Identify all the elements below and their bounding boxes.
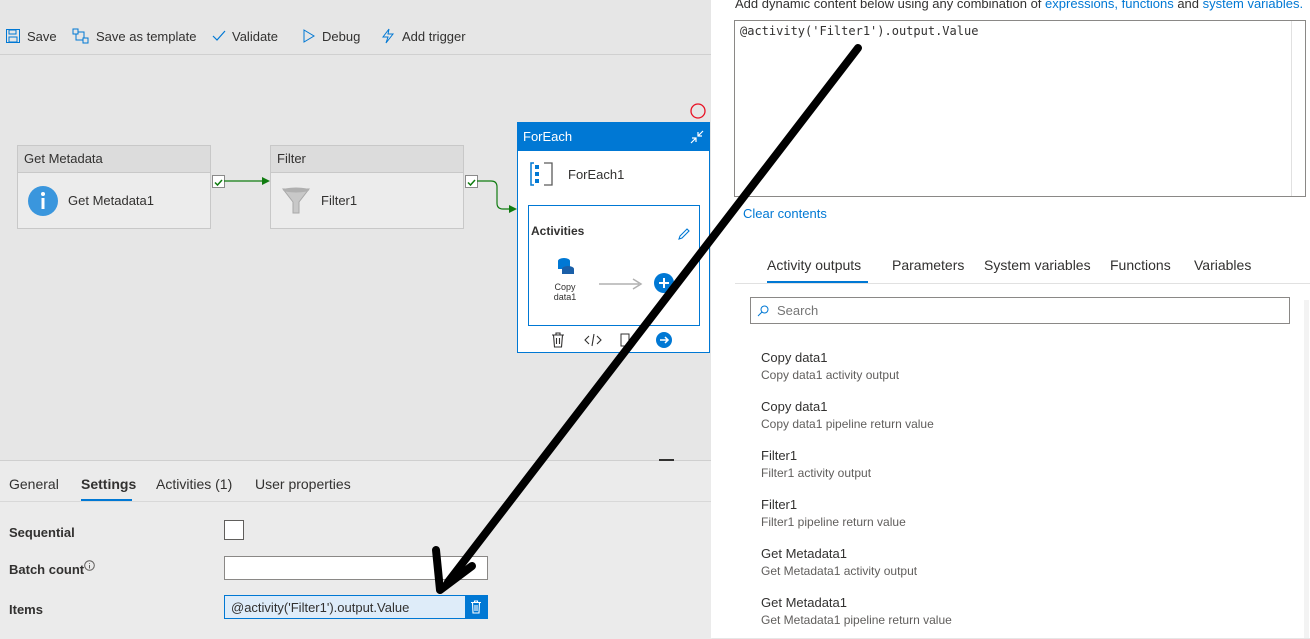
play-icon	[303, 29, 315, 43]
save-label: Save	[27, 28, 57, 44]
system-variables-link[interactable]: system variables.	[1203, 0, 1303, 11]
tab-parameters[interactable]: Parameters	[892, 257, 964, 273]
connector-arrow	[224, 177, 270, 185]
tab-user-properties[interactable]: User properties	[255, 476, 351, 492]
output-item[interactable]: Copy data1 Copy data1 activity output	[761, 350, 899, 382]
tab-activities[interactable]: Activities (1)	[156, 476, 232, 492]
lightning-icon	[382, 28, 395, 44]
batch-count-input[interactable]	[224, 556, 488, 580]
info-icon	[28, 185, 58, 216]
clear-contents-link[interactable]: Clear contents	[743, 206, 827, 221]
debug-label: Debug	[322, 28, 361, 44]
output-item[interactable]: Filter1 Filter1 activity output	[761, 448, 871, 480]
connector-arrow	[477, 180, 517, 213]
success-check-icon	[467, 179, 476, 187]
items-expression-field[interactable]: @activity('Filter1').output.Value	[224, 595, 488, 619]
add-trigger-button[interactable]: Add trigger	[380, 26, 466, 46]
add-trigger-label: Add trigger	[402, 28, 466, 44]
activity-type-label: Get Metadata	[18, 146, 210, 173]
dynamic-content-panel: Add dynamic content below using any comb…	[711, 0, 1310, 638]
add-activity-icon[interactable]	[654, 273, 674, 293]
output-item[interactable]: Filter1 Filter1 pipeline return value	[761, 497, 906, 529]
activity-type-label: Filter	[271, 146, 463, 173]
tab-settings[interactable]: Settings	[81, 476, 136, 492]
copy-data-icon	[558, 258, 574, 274]
funnel-icon	[281, 187, 311, 213]
debug-button[interactable]: Debug	[302, 26, 360, 46]
code-icon[interactable]	[584, 333, 602, 347]
functions-link[interactable]: functions	[1122, 0, 1174, 11]
save-icon	[6, 29, 20, 43]
filter-activity[interactable]: Filter Filter1	[270, 145, 464, 229]
connector-arrow	[599, 278, 643, 290]
search-box[interactable]	[750, 297, 1290, 324]
expressions-link[interactable]: expressions,	[1045, 0, 1118, 11]
output-item[interactable]: Get Metadata1 Get Metadata1 pipeline ret…	[761, 595, 952, 627]
properties-panel: General Settings Activities (1) User pro…	[0, 459, 712, 639]
foreach-activity[interactable]: ForEach ForEach1 Activities Copy data1	[517, 122, 710, 353]
success-check-icon	[214, 179, 223, 187]
copy-icon[interactable]	[620, 333, 630, 347]
pipeline-toolbar: Save Save as template Validate Debug Add…	[0, 18, 712, 55]
search-input[interactable]	[775, 302, 1269, 319]
delete-icon[interactable]	[550, 332, 566, 348]
error-indicator-icon	[690, 103, 706, 119]
tab-activity-outputs[interactable]: Activity outputs	[767, 257, 861, 273]
expression-editor[interactable]: @activity('Filter1').output.Value	[734, 20, 1306, 197]
inner-activity-name-line1: Copy	[554, 282, 576, 292]
save-as-template-button[interactable]: Save as template	[72, 26, 196, 46]
tab-functions[interactable]: Functions	[1110, 257, 1171, 273]
items-label: Items	[9, 602, 43, 617]
output-item[interactable]: Copy data1 Copy data1 pipeline return va…	[761, 399, 934, 431]
validate-label: Validate	[232, 28, 279, 44]
activity-name: ForEach1	[568, 166, 625, 182]
output-item[interactable]: Get Metadata1 Get Metadata1 activity out…	[761, 546, 917, 578]
activity-name: Get Metadata1	[68, 193, 154, 208]
go-to-icon[interactable]	[656, 332, 672, 348]
tab-general[interactable]: General	[9, 476, 59, 492]
activity-name: Filter1	[321, 193, 358, 208]
sequential-label: Sequential	[9, 525, 75, 540]
inner-activities-container[interactable]: Activities Copy data1	[528, 205, 700, 326]
activity-type-label: ForEach	[523, 129, 573, 144]
search-icon	[757, 305, 769, 316]
scrollbar[interactable]	[1304, 300, 1309, 638]
validate-button[interactable]: Validate	[212, 26, 278, 46]
tab-system-variables[interactable]: System variables	[984, 257, 1091, 273]
get-metadata-activity[interactable]: Get Metadata Get Metadata1	[17, 145, 211, 229]
tab-variables[interactable]: Variables	[1194, 257, 1251, 273]
save-as-template-label: Save as template	[96, 28, 197, 44]
items-value: @activity('Filter1').output.Value	[231, 599, 410, 615]
expression-text: @activity('Filter1').output.Value	[740, 24, 979, 38]
dynamic-content-hint: Add dynamic content below using any comb…	[735, 0, 1303, 11]
collapse-icon[interactable]	[689, 129, 705, 145]
edit-pencil-icon[interactable]	[676, 226, 692, 242]
panel-resize-handle[interactable]	[659, 459, 674, 461]
info-icon[interactable]	[84, 560, 95, 571]
checkmark-icon	[212, 30, 226, 41]
inner-activity-name-line2: data1	[553, 292, 577, 302]
delete-icon	[471, 600, 481, 614]
active-tab-indicator	[81, 499, 132, 501]
clear-items-button[interactable]	[465, 596, 487, 618]
foreach-icon	[530, 162, 553, 186]
template-icon	[72, 28, 89, 44]
activities-label: Activities	[531, 224, 585, 238]
batch-count-label: Batch count	[9, 562, 85, 577]
save-button[interactable]: Save	[5, 26, 57, 46]
sequential-checkbox[interactable]	[224, 520, 244, 540]
